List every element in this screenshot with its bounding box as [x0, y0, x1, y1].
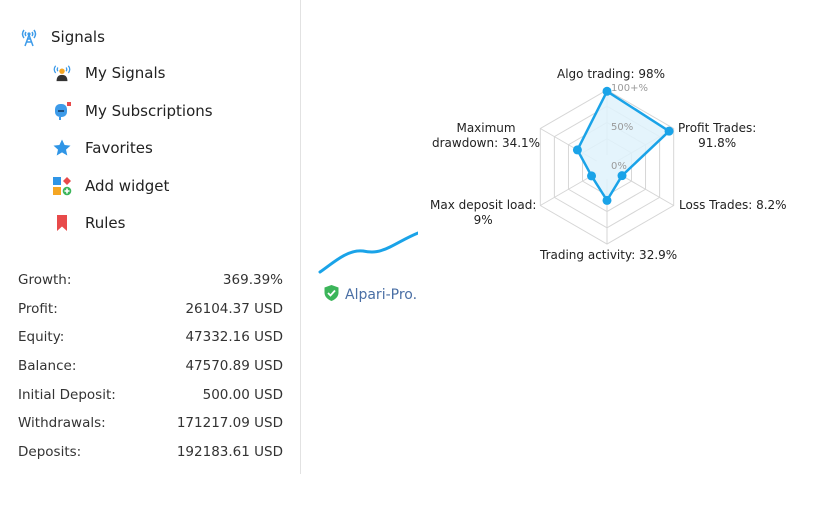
sidebar-item-label: Add widget [85, 177, 170, 195]
sidebar-header-signals[interactable]: Signals [18, 26, 105, 48]
radar-label-text: Algo trading: 98% [557, 67, 666, 81]
radar-tick-100: 100+% [611, 83, 648, 94]
stat-value: 47332.16 USD [185, 329, 283, 346]
stat-label: Profit: [18, 300, 58, 317]
stat-value: 369.39% [222, 272, 283, 289]
sidebar-item-label: Favorites [85, 139, 153, 157]
radar-label-maximum-drawdown: Maximum drawdown: 34.1% [432, 121, 540, 151]
stat-label: Balance: [18, 358, 77, 375]
sidebar: Signals My Signals My Subscriptions Favo… [0, 0, 301, 474]
sidebar-item-favorites[interactable]: Favorites [52, 138, 153, 158]
radar-label-loss-trades: Loss Trades: 8.2% [679, 198, 787, 213]
radar-svg [539, 86, 675, 245]
broker-name: Alpari-Pro. [345, 287, 418, 303]
radar-label-text: Loss Trades: 8.2% [679, 198, 787, 212]
broker-link[interactable]: Alpari-Pro. [323, 284, 417, 306]
stat-row-equity: Equity: 47332.16 USD [18, 323, 283, 352]
growth-sparkline[interactable] [318, 225, 418, 275]
radar-label-value: 9% [473, 213, 493, 227]
radar-tick-0: 0% [611, 161, 627, 172]
sidebar-item-label: My Subscriptions [85, 102, 213, 120]
add-widget-icon [52, 176, 72, 196]
stat-label: Growth: [18, 272, 72, 289]
sidebar-item-label: My Signals [85, 64, 166, 82]
radar-label-value: drawdown: 34.1% [432, 136, 541, 150]
stat-value: 192183.61 USD [176, 443, 283, 460]
stat-row-deposits: Deposits: 192183.61 USD [18, 438, 283, 467]
radar-label-text: Max deposit load: [430, 198, 537, 212]
radar-point-maximum-drawdown [572, 145, 582, 155]
mailbox-icon [52, 101, 72, 121]
radar-label-trading-activity: Trading activity: 32.9% [540, 248, 677, 263]
signal-tower-icon [18, 26, 40, 48]
stat-row-balance: Balance: 47570.89 USD [18, 352, 283, 381]
sidebar-item-my-subscriptions[interactable]: My Subscriptions [52, 101, 213, 121]
stat-value: 500.00 USD [202, 386, 283, 403]
radar-point-trading-activity [602, 195, 612, 205]
stat-row-growth: Growth: 369.39% [18, 266, 283, 295]
radar-label-text: Maximum [456, 121, 516, 135]
radar-label-text: Trading activity: 32.9% [540, 248, 678, 262]
bookmark-icon [52, 213, 72, 233]
sidebar-header-label: Signals [51, 28, 105, 46]
radar-point-loss-trades [617, 171, 627, 181]
radar-point-profit-trades [664, 126, 674, 136]
sidebar-item-label: Rules [85, 214, 126, 232]
stat-label: Initial Deposit: [18, 386, 116, 403]
sparkline-path [318, 231, 418, 274]
radar-tick-50: 50% [611, 122, 634, 133]
verified-shield-icon [323, 284, 340, 306]
sidebar-item-my-signals[interactable]: My Signals [52, 63, 165, 83]
stat-value: 171217.09 USD [176, 415, 283, 432]
radar-label-algo-trading: Algo trading: 98% [557, 67, 665, 82]
radar-series-area [576, 90, 671, 202]
radar-label-max-deposit-load: Max deposit load: 9% [430, 198, 536, 228]
account-stats: Growth: 369.39% Profit: 26104.37 USD Equ… [18, 266, 283, 466]
stat-value: 26104.37 USD [185, 300, 283, 317]
sidebar-item-rules[interactable]: Rules [52, 213, 125, 233]
star-icon [52, 138, 72, 158]
sidebar-item-add-widget[interactable]: Add widget [52, 176, 169, 196]
radar-label-value: 91.8% [698, 136, 737, 150]
stat-row-withdrawals: Withdrawals: 171217.09 USD [18, 409, 283, 438]
stat-label: Equity: [18, 329, 65, 346]
radar-label-text: Profit Trades: [678, 121, 757, 135]
radar-point-max-deposit-load [587, 171, 597, 181]
stat-value: 47570.89 USD [185, 358, 283, 375]
stat-label: Withdrawals: [18, 415, 106, 432]
stat-row-initial-deposit: Initial Deposit: 500.00 USD [18, 380, 283, 409]
radar-label-profit-trades: Profit Trades: 91.8% [678, 121, 756, 151]
my-signals-icon [52, 63, 72, 83]
radar-chart: Algo trading: 98% Profit Trades: 91.8% L… [420, 60, 800, 275]
stat-row-profit: Profit: 26104.37 USD [18, 295, 283, 324]
stat-label: Deposits: [18, 443, 82, 460]
